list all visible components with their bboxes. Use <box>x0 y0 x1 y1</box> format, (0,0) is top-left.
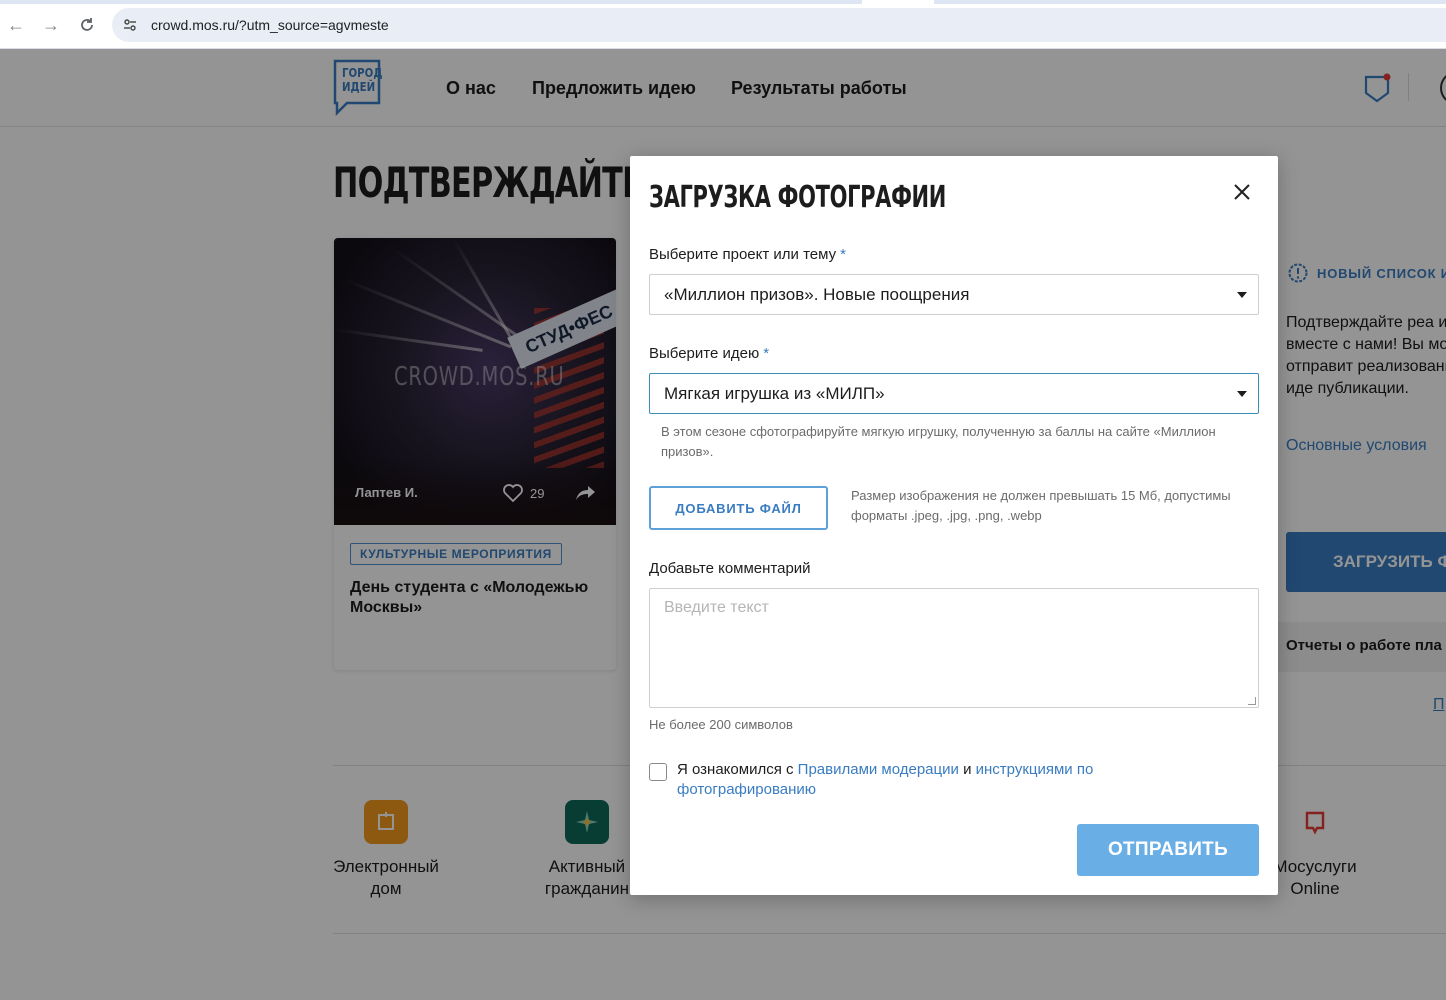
comment-placeholder: Введите текст <box>664 599 769 616</box>
modal-title: ЗАГРУЗКА ФОТОГРАФИИ <box>649 180 946 215</box>
required-mark: * <box>840 246 846 263</box>
file-requirements: Размер изображения не должен превышать 1… <box>851 488 1231 523</box>
address-bar[interactable]: crowd.mos.ru/?utm_source=agvmeste <box>112 8 1446 42</box>
idea-hint: В этом сезоне сфотографируйте мягкую игр… <box>661 424 1216 459</box>
agree-prefix: Я ознакомился с <box>677 761 794 778</box>
project-select[interactable]: «Миллион призов». Новые поощрения <box>649 274 1259 315</box>
project-label: Выберите проект или тему * <box>649 246 846 263</box>
resize-handle[interactable] <box>1248 697 1256 705</box>
agree-and: и <box>963 761 972 778</box>
add-file-button[interactable]: ДОБАВИТЬ ФАЙЛ <box>649 486 828 530</box>
site-info-icon[interactable] <box>120 15 140 35</box>
comment-textarea[interactable]: Введите текст <box>649 588 1259 708</box>
required-mark: * <box>763 345 770 362</box>
char-limit-note: Не более 200 символов <box>649 717 793 732</box>
url-text[interactable]: crowd.mos.ru/?utm_source=agvmeste <box>151 17 389 33</box>
comment-label: Добавьте комментарий <box>649 560 811 577</box>
agree-checkbox[interactable] <box>649 763 667 781</box>
chevron-down-icon <box>1237 292 1247 298</box>
idea-select[interactable]: Мягкая игрушка из «МИЛП» <box>649 373 1259 414</box>
back-icon[interactable]: ← <box>5 14 27 36</box>
forward-icon[interactable]: → <box>40 14 62 36</box>
upload-photo-modal: ЗАГРУЗКА ФОТОГРАФИИ Выберите проект или … <box>630 156 1278 895</box>
idea-label: Выберите идею * <box>649 345 769 362</box>
submit-button[interactable]: ОТПРАВИТЬ <box>1077 824 1259 876</box>
chevron-down-icon <box>1237 391 1247 397</box>
project-select-value: «Миллион призов». Новые поощрения <box>664 285 970 304</box>
moderation-rules-link[interactable]: Правилами модерации <box>798 761 959 778</box>
idea-label-text: Выберите идею <box>649 345 760 362</box>
browser-toolbar: ← → crowd.mos.ru/?utm_source=agvmeste <box>0 0 1446 49</box>
close-icon[interactable] <box>1230 180 1254 204</box>
tab-strip <box>0 0 1446 4</box>
idea-select-value: Мягкая игрушка из «МИЛП» <box>664 384 885 403</box>
reload-icon[interactable] <box>76 14 98 36</box>
project-label-text: Выберите проект или тему <box>649 246 837 263</box>
agree-text: Я ознакомился с Правилами модерации и ин… <box>677 760 1157 800</box>
